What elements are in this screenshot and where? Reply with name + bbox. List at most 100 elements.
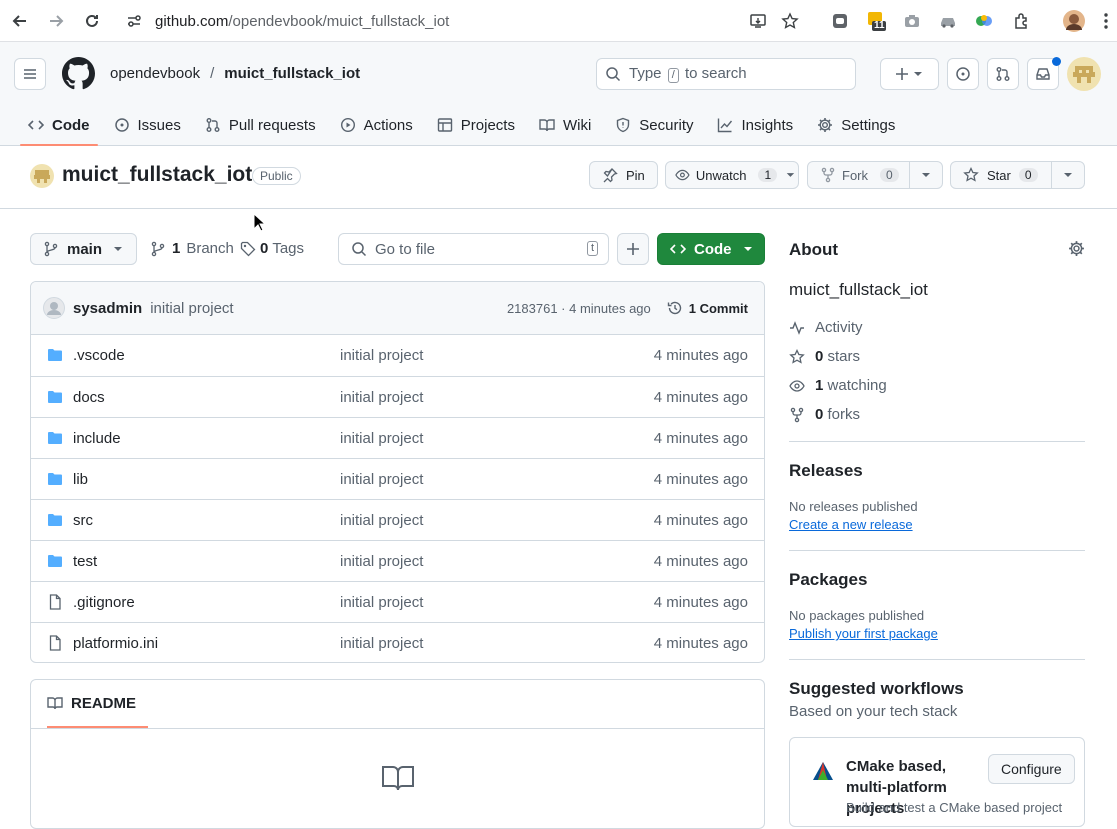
add-file-button[interactable] <box>617 233 649 265</box>
site-info-icon[interactable] <box>122 9 146 33</box>
extension-badge-icon[interactable]: 11 <box>864 9 888 33</box>
caret-down-icon[interactable] <box>918 167 934 183</box>
breadcrumb-repo[interactable]: muict_fullstack_iot <box>224 65 360 82</box>
branches-link[interactable]: 1 Branch <box>150 240 234 257</box>
forks-count: 0 <box>815 406 824 423</box>
file-row[interactable]: platformio.ini initial project 4 minutes a… <box>31 622 764 662</box>
file-name[interactable]: lib <box>73 471 88 488</box>
tab-insights[interactable]: Insights <box>705 104 805 146</box>
repo-name[interactable]: muict_fullstack_iot <box>62 163 252 187</box>
car-icon[interactable] <box>936 9 960 33</box>
tags-link[interactable]: 0 Tags <box>240 240 304 257</box>
reload-icon[interactable] <box>80 9 104 33</box>
extension-chat-icon[interactable] <box>828 9 852 33</box>
extensions-puzzle-icon[interactable] <box>1010 9 1034 33</box>
packages-heading[interactable]: Packages <box>789 570 867 590</box>
file-row[interactable]: src initial project 4 minutes ago <box>31 499 764 540</box>
file-commit-message[interactable]: initial project <box>340 594 423 611</box>
create-new-button[interactable] <box>880 58 939 90</box>
address-bar[interactable]: github.com/opendevbook/muict_fullstack_i… <box>155 4 845 38</box>
file-name[interactable]: .vscode <box>73 347 125 364</box>
repo-owner-avatar[interactable] <box>30 164 54 188</box>
tab-settings[interactable]: Settings <box>805 104 907 146</box>
watching-count: 1 <box>815 377 824 394</box>
releases-heading[interactable]: Releases <box>789 461 863 481</box>
commits-link[interactable]: 1 Commit <box>667 300 748 316</box>
branch-icon <box>44 241 58 257</box>
breadcrumb-separator: / <box>210 65 215 82</box>
user-avatar[interactable] <box>1067 57 1101 91</box>
watching-link[interactable]: 1 watching <box>789 377 887 394</box>
code-dropdown-button[interactable]: Code <box>657 233 765 265</box>
bookmark-star-icon[interactable] <box>778 9 802 33</box>
browser-menu-icon[interactable] <box>1094 9 1117 33</box>
file-row[interactable]: .gitignore initial project 4 minutes ago <box>31 581 764 622</box>
notification-dot <box>1052 57 1061 66</box>
file-name[interactable]: .gitignore <box>73 594 135 611</box>
file-name[interactable]: include <box>73 430 121 447</box>
tab-code[interactable]: Code <box>16 104 102 146</box>
tab-wiki[interactable]: Wiki <box>527 104 603 146</box>
stars-link[interactable]: 0 stars <box>789 348 860 365</box>
file-commit-message[interactable]: initial project <box>340 389 423 406</box>
commit-hash-time[interactable]: 2183761 · 4 minutes ago <box>507 301 651 316</box>
tab-label: Issues <box>137 116 181 134</box>
file-icon <box>47 635 63 651</box>
about-settings-gear-icon[interactable] <box>1068 240 1085 257</box>
hamburger-menu-icon[interactable] <box>14 58 46 90</box>
file-name[interactable]: test <box>73 553 97 570</box>
file-commit-message[interactable]: initial project <box>340 553 423 570</box>
file-name[interactable]: platformio.ini <box>73 635 158 652</box>
fork-count: 0 <box>880 168 899 182</box>
pull-requests-icon-button[interactable] <box>987 58 1019 90</box>
install-app-icon[interactable] <box>746 9 770 33</box>
file-name[interactable]: src <box>73 512 93 529</box>
breadcrumb-owner[interactable]: opendevbook <box>110 65 200 82</box>
file-commit-message[interactable]: initial project <box>340 471 423 488</box>
file-name[interactable]: docs <box>73 389 105 406</box>
file-row[interactable]: .vscode initial project 4 minutes ago <box>31 335 764 376</box>
url-host: github.com <box>155 12 229 30</box>
file-row[interactable]: lib initial project 4 minutes ago <box>31 458 764 499</box>
camera-icon[interactable] <box>900 9 924 33</box>
tab-security[interactable]: Security <box>603 104 705 146</box>
issues-icon-button[interactable] <box>947 58 979 90</box>
publish-package-link[interactable]: Publish your first package <box>789 626 938 641</box>
search-icon <box>352 242 367 257</box>
star-button[interactable]: Star 0 <box>950 161 1085 189</box>
tab-issues[interactable]: Issues <box>102 104 193 146</box>
fork-divider <box>909 161 910 189</box>
file-row[interactable]: test initial project 4 minutes ago <box>31 540 764 581</box>
back-icon[interactable] <box>8 9 32 33</box>
commit-author-avatar[interactable] <box>43 297 65 319</box>
go-to-file-input[interactable]: Go to file t <box>338 233 609 265</box>
configure-button[interactable]: Configure <box>988 754 1075 784</box>
forward-icon[interactable] <box>44 9 68 33</box>
github-logo-icon[interactable] <box>62 57 95 90</box>
fork-button[interactable]: Fork 0 <box>807 161 943 189</box>
file-commit-message[interactable]: initial project <box>340 430 423 447</box>
activity-link[interactable]: Activity <box>789 319 863 336</box>
file-commit-message[interactable]: initial project <box>340 635 423 652</box>
fork-icon <box>821 167 835 183</box>
caret-down-icon[interactable] <box>1060 167 1076 183</box>
pin-button[interactable]: Pin <box>589 161 658 189</box>
file-row[interactable]: docs initial project 4 minutes ago <box>31 376 764 417</box>
readme-tab[interactable]: README <box>47 680 149 728</box>
create-release-link[interactable]: Create a new release <box>789 517 913 532</box>
file-row[interactable]: include initial project 4 minutes ago <box>31 417 764 458</box>
commit-message[interactable]: initial project <box>150 300 233 317</box>
forks-link[interactable]: 0 forks <box>789 406 860 423</box>
file-commit-message[interactable]: initial project <box>340 512 423 529</box>
file-commit-message[interactable]: initial project <box>340 347 423 364</box>
profile-avatar[interactable] <box>1062 9 1086 33</box>
search-input[interactable]: Type / to search <box>596 58 856 90</box>
commit-author[interactable]: sysadmin <box>73 300 142 317</box>
tab-pull-requests[interactable]: Pull requests <box>193 104 328 146</box>
tab-actions[interactable]: Actions <box>328 104 425 146</box>
branch-selector[interactable]: main <box>30 233 137 265</box>
extension-colorful-icon[interactable] <box>972 9 996 33</box>
tab-projects[interactable]: Projects <box>425 104 527 146</box>
file-age: 4 minutes ago <box>653 511 748 529</box>
unwatch-button[interactable]: Unwatch 1 <box>665 161 799 189</box>
